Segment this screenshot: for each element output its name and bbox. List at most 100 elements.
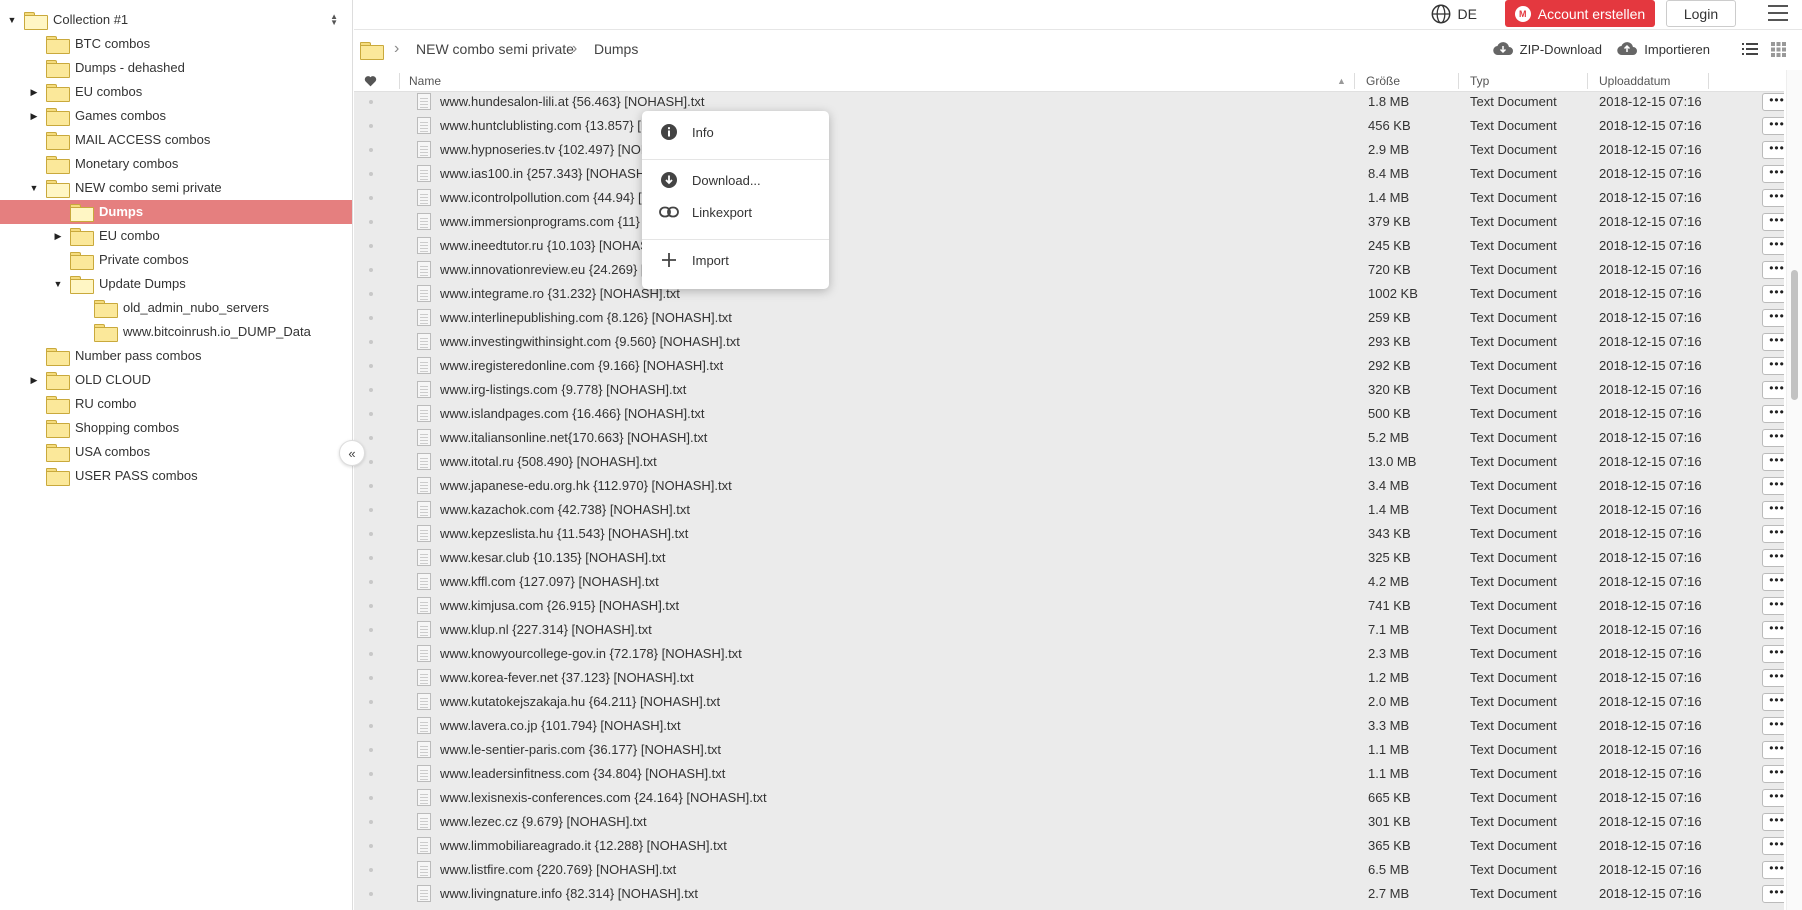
table-row[interactable]: www.kffl.com {127.097} [NOHASH].txt 4.2 M… (354, 570, 1784, 594)
row-more-options-button[interactable]: ••• (1762, 117, 1784, 135)
row-more-options-button[interactable]: ••• (1762, 429, 1784, 447)
sidebar-item-shopping-combos[interactable]: Shopping combos (0, 416, 352, 440)
sidebar-item-btc-combos[interactable]: BTC combos (0, 32, 352, 56)
file-name[interactable]: www.iregisteredonline.com {9.166} [NOHAS… (440, 358, 723, 373)
context-menu-download[interactable]: Download... (642, 165, 829, 195)
sidebar-item-number-pass-combos[interactable]: Number pass combos (0, 344, 352, 368)
file-name[interactable]: www.kutatokejszakaja.hu {64.211} [NOHASH… (440, 694, 720, 709)
favorite-dot-icon[interactable] (369, 196, 373, 200)
row-more-options-button[interactable]: ••• (1762, 333, 1784, 351)
table-row[interactable]: www.hundesalon-lili.at {56.463} [NOHASH]… (354, 92, 1784, 114)
table-row[interactable]: www.huntclublisting.com {13.857} [NOHASH… (354, 114, 1784, 138)
collapse-sidebar-button[interactable]: « (339, 440, 365, 466)
language-switcher[interactable]: DE (1430, 3, 1477, 25)
row-more-options-button[interactable]: ••• (1762, 789, 1784, 807)
file-name[interactable]: www.itotal.ru {508.490} [NOHASH].txt (440, 454, 657, 469)
row-more-options-button[interactable]: ••• (1762, 165, 1784, 183)
grid-view-icon[interactable] (1771, 42, 1786, 57)
favorite-dot-icon[interactable] (369, 412, 373, 416)
table-row[interactable]: www.itotal.ru {508.490} [NOHASH].txt 13.0… (354, 450, 1784, 474)
row-more-options-button[interactable]: ••• (1762, 237, 1784, 255)
file-name[interactable]: www.kepzeslista.hu {11.543} [NOHASH].txt (440, 526, 688, 541)
zip-download-button[interactable]: ZIP-Download (1492, 41, 1602, 57)
list-view-icon[interactable] (1742, 42, 1758, 56)
favorite-dot-icon[interactable] (369, 868, 373, 872)
table-row[interactable]: www.kimjusa.com {26.915} [NOHASH].txt 741… (354, 594, 1784, 618)
create-account-button[interactable]: M Account erstellen (1505, 0, 1655, 27)
favorite-dot-icon[interactable] (369, 292, 373, 296)
file-name[interactable]: www.irg-listings.com {9.778} [NOHASH].tx… (440, 382, 686, 397)
table-row[interactable]: www.innovationreview.eu {24.269} [NOHASH… (354, 258, 1784, 282)
table-row[interactable]: www.lavera.co.jp {101.794} [NOHASH].txt 3… (354, 714, 1784, 738)
context-menu-info[interactable]: Info (642, 117, 829, 147)
table-row[interactable]: www.immersionprograms.com {11} [NOHASH].… (354, 210, 1784, 234)
context-menu-import[interactable]: Import (642, 245, 829, 275)
table-row[interactable]: www.lezec.cz {9.679} [NOHASH].txt 301 KB T… (354, 810, 1784, 834)
row-more-options-button[interactable]: ••• (1762, 621, 1784, 639)
file-name[interactable]: www.hundesalon-lili.at {56.463} [NOHASH]… (440, 94, 704, 109)
file-name[interactable]: www.lavera.co.jp {101.794} [NOHASH].txt (440, 718, 681, 733)
column-header-name[interactable]: Name (409, 74, 441, 88)
favorite-dot-icon[interactable] (369, 340, 373, 344)
sidebar-item-eu-combos[interactable]: ▶ EU combos (0, 80, 352, 104)
file-name[interactable]: www.listfire.com {220.769} [NOHASH].txt (440, 862, 676, 877)
table-row[interactable]: www.kazachok.com {42.738} [NOHASH].txt 1.… (354, 498, 1784, 522)
row-more-options-button[interactable]: ••• (1762, 765, 1784, 783)
table-row[interactable]: www.le-sentier-paris.com {36.177} [NOHAS… (354, 738, 1784, 762)
row-more-options-button[interactable]: ••• (1762, 93, 1784, 111)
table-row[interactable]: www.iregisteredonline.com {9.166} [NOHAS… (354, 354, 1784, 378)
scrollbar-thumb[interactable] (1791, 270, 1798, 400)
caret-right-icon[interactable]: ▶ (29, 375, 39, 385)
sidebar-item-old-cloud[interactable]: ▶ OLD CLOUD (0, 368, 352, 392)
favorite-dot-icon[interactable] (369, 244, 373, 248)
file-name[interactable]: www.kffl.com {127.097} [NOHASH].txt (440, 574, 659, 589)
favorite-dot-icon[interactable] (369, 100, 373, 104)
favorite-dot-icon[interactable] (369, 124, 373, 128)
row-more-options-button[interactable]: ••• (1762, 381, 1784, 399)
row-more-options-button[interactable]: ••• (1762, 525, 1784, 543)
row-more-options-button[interactable]: ••• (1762, 861, 1784, 879)
favorite-dot-icon[interactable] (369, 628, 373, 632)
caret-right-icon[interactable]: ▶ (29, 111, 39, 121)
file-name[interactable]: www.knowyourcollege-gov.in {72.178} [NOH… (440, 646, 742, 661)
table-row[interactable]: www.icontrolpollution.com {44.94} [NOHAS… (354, 186, 1784, 210)
row-more-options-button[interactable]: ••• (1762, 453, 1784, 471)
table-row[interactable]: www.listfire.com {220.769} [NOHASH].txt 6… (354, 858, 1784, 882)
row-more-options-button[interactable]: ••• (1762, 213, 1784, 231)
file-name[interactable]: www.klup.nl {227.314} [NOHASH].txt (440, 622, 652, 637)
row-more-options-button[interactable]: ••• (1762, 285, 1784, 303)
table-row[interactable]: www.interlinepublishing.com {8.126} [NOH… (354, 306, 1784, 330)
sidebar-item-update-dumps[interactable]: ▼ Update Dumps (0, 272, 352, 296)
caret-down-icon[interactable]: ▼ (7, 15, 17, 25)
favorite-dot-icon[interactable] (369, 772, 373, 776)
table-row[interactable]: www.korea-fever.net {37.123} [NOHASH].tx… (354, 666, 1784, 690)
favorite-dot-icon[interactable] (369, 820, 373, 824)
file-name[interactable]: www.japanese-edu.org.hk {112.970} [NOHAS… (440, 478, 732, 493)
file-name[interactable]: www.kimjusa.com {26.915} [NOHASH].txt (440, 598, 679, 613)
hamburger-menu-icon[interactable] (1768, 5, 1788, 21)
file-name[interactable]: www.islandpages.com {16.466} [NOHASH].tx… (440, 406, 704, 421)
file-name[interactable]: www.investingwithinsight.com {9.560} [NO… (440, 334, 740, 349)
vertical-scrollbar[interactable] (1786, 70, 1802, 910)
row-more-options-button[interactable]: ••• (1762, 549, 1784, 567)
favorite-dot-icon[interactable] (369, 316, 373, 320)
file-name[interactable]: www.kazachok.com {42.738} [NOHASH].txt (440, 502, 690, 517)
caret-right-icon[interactable]: ▶ (29, 87, 39, 97)
login-button[interactable]: Login (1666, 0, 1736, 27)
row-more-options-button[interactable]: ••• (1762, 357, 1784, 375)
file-name[interactable]: www.lexisnexis-conferences.com {24.164} … (440, 790, 767, 805)
favorite-dot-icon[interactable] (369, 748, 373, 752)
row-more-options-button[interactable]: ••• (1762, 741, 1784, 759)
favorite-dot-icon[interactable] (369, 676, 373, 680)
favorite-dot-icon[interactable] (369, 796, 373, 800)
favorite-dot-icon[interactable] (369, 508, 373, 512)
row-more-options-button[interactable]: ••• (1762, 309, 1784, 327)
favorite-dot-icon[interactable] (369, 604, 373, 608)
favorite-dot-icon[interactable] (369, 580, 373, 584)
table-row[interactable]: www.kepzeslista.hu {11.543} [NOHASH].txt… (354, 522, 1784, 546)
table-row[interactable]: www.lexisnexis-conferences.com {24.164} … (354, 786, 1784, 810)
sort-ascending-icon[interactable]: ▲ (1337, 76, 1346, 86)
row-more-options-button[interactable]: ••• (1762, 645, 1784, 663)
sidebar-item-old-admin-nubo-servers[interactable]: old_admin_nubo_servers (0, 296, 352, 320)
table-row[interactable]: www.investingwithinsight.com {9.560} [NO… (354, 330, 1784, 354)
